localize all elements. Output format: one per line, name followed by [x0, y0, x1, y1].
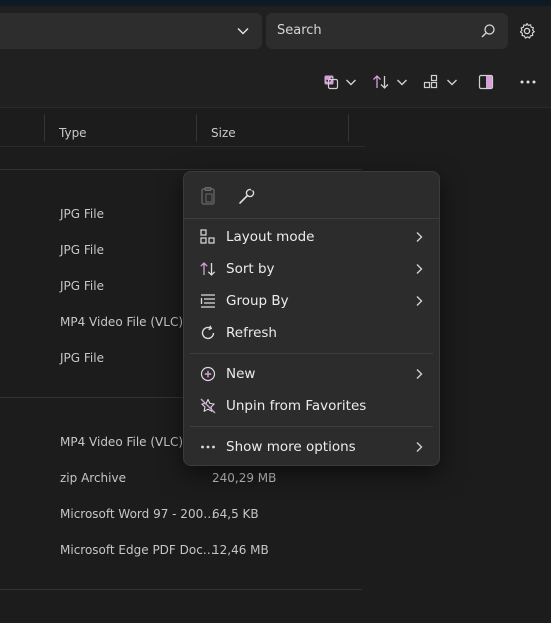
column-separator[interactable] [44, 114, 45, 142]
column-header-row: Type Size [0, 108, 365, 147]
menu-item-label: Refresh [226, 325, 277, 341]
chevron-right-icon [415, 263, 423, 278]
address-bar[interactable] [0, 13, 262, 49]
row-type-cell[interactable]: JPG File [60, 351, 104, 365]
chevron-right-icon [415, 231, 423, 246]
menu-item-label: Layout mode [226, 229, 315, 245]
row-type-cell[interactable]: Microsoft Word 97 - 200… [60, 507, 215, 521]
row-type-cell[interactable]: JPG File [60, 243, 104, 257]
command-bar [0, 58, 551, 108]
menu-item-label: Show more options [226, 439, 356, 455]
search-input[interactable]: Search [277, 23, 322, 38]
menu-item-refresh[interactable]: Refresh [184, 317, 439, 349]
menu-item-label: Sort by [226, 261, 275, 277]
sort-dropdown-chevron-icon[interactable] [396, 74, 408, 92]
more-options-ellipsis-icon[interactable] [519, 74, 537, 92]
group-divider [0, 169, 362, 170]
settings-gear-icon[interactable] [518, 22, 536, 43]
column-separator[interactable] [196, 114, 197, 142]
search-icon [480, 23, 496, 42]
paste-icon[interactable] [199, 186, 219, 206]
context-menu-quick-actions [184, 172, 439, 219]
unpin-icon [199, 397, 217, 415]
view-dropdown-chevron-icon[interactable] [446, 74, 458, 92]
group-divider [0, 589, 362, 590]
details-pane-icon[interactable] [478, 74, 494, 92]
row-size-cell[interactable]: 12,46 MB [212, 543, 269, 557]
context-menu: Layout mode Sort by Group By Refresh New… [183, 171, 440, 466]
group-icon [199, 292, 217, 310]
menu-item-layout-mode[interactable]: Layout mode [184, 221, 439, 253]
select-toggle-icon[interactable] [323, 74, 339, 92]
chevron-right-icon [415, 441, 423, 456]
select-dropdown-chevron-icon[interactable] [345, 74, 357, 92]
menu-separator [190, 353, 433, 354]
column-separator[interactable] [348, 114, 349, 142]
properties-wrench-icon[interactable] [237, 186, 257, 206]
sort-toolbar-icon[interactable] [372, 74, 390, 92]
sort-icon [199, 260, 217, 278]
menu-item-unpin-from-favorites[interactable]: Unpin from Favorites [184, 390, 439, 422]
row-type-cell[interactable]: MP4 Video File (VLC) [60, 435, 183, 449]
menu-item-label: Group By [226, 293, 289, 309]
layout-icon [199, 228, 217, 246]
menu-item-group-by[interactable]: Group By [184, 285, 439, 317]
chevron-right-icon [415, 295, 423, 310]
more-options-icon [199, 438, 217, 456]
row-type-cell[interactable]: zip Archive [60, 471, 126, 485]
column-header-type[interactable]: Type [59, 126, 87, 140]
search-box[interactable]: Search [266, 13, 508, 49]
menu-item-sort-by[interactable]: Sort by [184, 253, 439, 285]
menu-item-new[interactable]: New [184, 358, 439, 390]
row-type-cell[interactable]: JPG File [60, 279, 104, 293]
row-type-cell[interactable]: Microsoft Edge PDF Doc… [60, 543, 215, 557]
row-size-cell[interactable]: 64,5 KB [212, 507, 259, 521]
chevron-down-icon[interactable] [236, 24, 250, 41]
new-icon [199, 365, 217, 383]
menu-item-label: Unpin from Favorites [226, 398, 367, 414]
view-layout-icon[interactable] [423, 74, 439, 92]
row-type-cell[interactable]: JPG File [60, 207, 104, 221]
menu-separator [190, 426, 433, 427]
column-header-size[interactable]: Size [211, 126, 236, 140]
menu-item-label: New [226, 366, 256, 382]
row-type-cell[interactable]: MP4 Video File (VLC) [60, 315, 183, 329]
chevron-right-icon [415, 368, 423, 383]
row-size-cell[interactable]: 240,29 MB [212, 471, 276, 485]
menu-item-show-more-options[interactable]: Show more options [184, 431, 439, 463]
refresh-icon [199, 324, 217, 342]
